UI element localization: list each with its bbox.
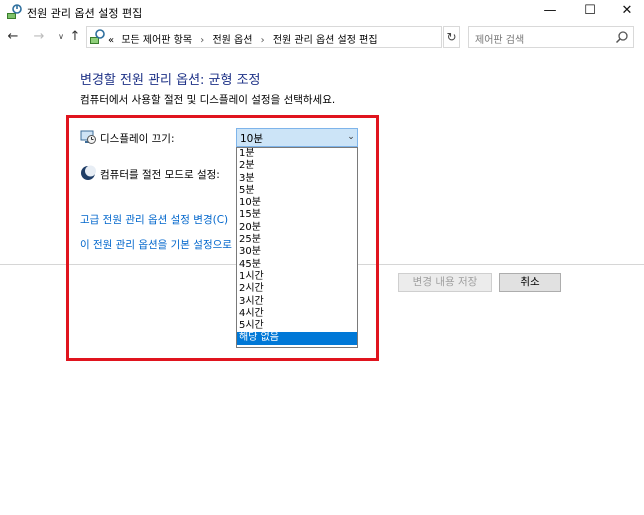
sleep-label: 컴퓨터를 절전 모드로 설정: [100,169,220,181]
restore-defaults-link[interactable]: 이 전원 관리 옵션을 기본 설정으로 [80,237,232,252]
dropdown-option-never[interactable]: 해당 없음 [237,332,357,345]
breadcrumb-item-power-options[interactable]: 전원 옵션 [212,35,252,46]
dropdown-option-30m[interactable]: 30분 [237,246,357,258]
display-off-dropdown-list: 1분 2분 3분 5분 10분 15분 20분 25분 30분 45분 1시간 … [236,147,358,348]
maximize-button[interactable]: ☐ [570,0,610,24]
dropdown-option-10m[interactable]: 10분 [237,197,357,209]
window-title: 전원 관리 옵션 설정 편집 [27,7,143,20]
dropdown-option-3m[interactable]: 3분 [237,173,357,185]
dropdown-option-2m[interactable]: 2분 [237,160,357,172]
breadcrumb-item-all-items[interactable]: 모든 제어판 항목 [121,35,192,46]
page-description: 컴퓨터에서 사용할 절전 및 디스플레이 설정을 선택하세요. [80,94,336,106]
breadcrumb-item-edit-plan[interactable]: 전원 관리 옵션 설정 편집 [273,35,378,46]
breadcrumb-separator[interactable]: › [261,35,265,46]
dropdown-option-5h[interactable]: 5시간 [237,320,357,332]
breadcrumb: « 모든 제어판 항목 › 전원 옵션 › 전원 관리 옵션 설정 편집 [108,31,378,46]
dropdown-option-1m[interactable]: 1분 [237,148,357,160]
forward-button[interactable]: → [31,28,47,46]
address-bar[interactable]: « 모든 제어판 항목 › 전원 옵션 › 전원 관리 옵션 설정 편집 ∨ [86,26,526,48]
dropdown-option-4h[interactable]: 4시간 [237,308,357,320]
chevron-down-icon[interactable]: ⌄ [345,130,357,145]
minimize-button[interactable]: — [530,0,570,24]
close-button[interactable]: ✕ [610,0,644,24]
save-changes-button[interactable]: 변경 내용 저장 [398,273,492,292]
refresh-button[interactable]: ↻ [443,26,460,48]
moon-icon [81,165,96,180]
advanced-settings-link[interactable]: 고급 전원 관리 옵션 설정 변경(C) [80,212,228,227]
dropdown-option-45m[interactable]: 45분 [237,259,357,271]
title-bar: 전원 관리 옵션 설정 편집 — ☐ ✕ [0,0,644,24]
display-off-select[interactable]: 10분 ⌄ [236,128,358,147]
search-icon[interactable] [615,30,629,44]
monitor-clock-icon [80,130,96,144]
dropdown-option-15m[interactable]: 15분 [237,209,357,221]
dropdown-option-20m[interactable]: 20분 [237,222,357,234]
power-options-icon [7,4,22,19]
navigation-bar: ← → ∨ ↑ « 모든 제어판 항목 › 전원 옵션 › 전원 관리 옵션 설… [0,26,644,50]
breadcrumb-separator[interactable]: › [200,35,204,46]
page-title: 변경할 전원 관리 옵션: 균형 조정 [80,73,261,88]
cancel-button[interactable]: 취소 [499,273,561,292]
dropdown-option-3h[interactable]: 3시간 [237,296,357,308]
dropdown-option-25m[interactable]: 25분 [237,234,357,246]
display-off-label: 디스플레이 끄기: [100,133,175,145]
search-input[interactable]: 제어판 검색 [475,31,524,46]
control-panel-icon [90,29,105,44]
display-off-selected-value: 10분 [240,133,264,145]
dropdown-option-2h[interactable]: 2시간 [237,283,357,295]
search-box[interactable]: 제어판 검색 [468,26,634,48]
back-button[interactable]: ← [5,28,21,46]
dropdown-option-1h[interactable]: 1시간 [237,271,357,283]
dropdown-option-5m[interactable]: 5분 [237,185,357,197]
breadcrumb-overflow[interactable]: « [108,35,114,46]
up-button[interactable]: ↑ [67,28,83,46]
